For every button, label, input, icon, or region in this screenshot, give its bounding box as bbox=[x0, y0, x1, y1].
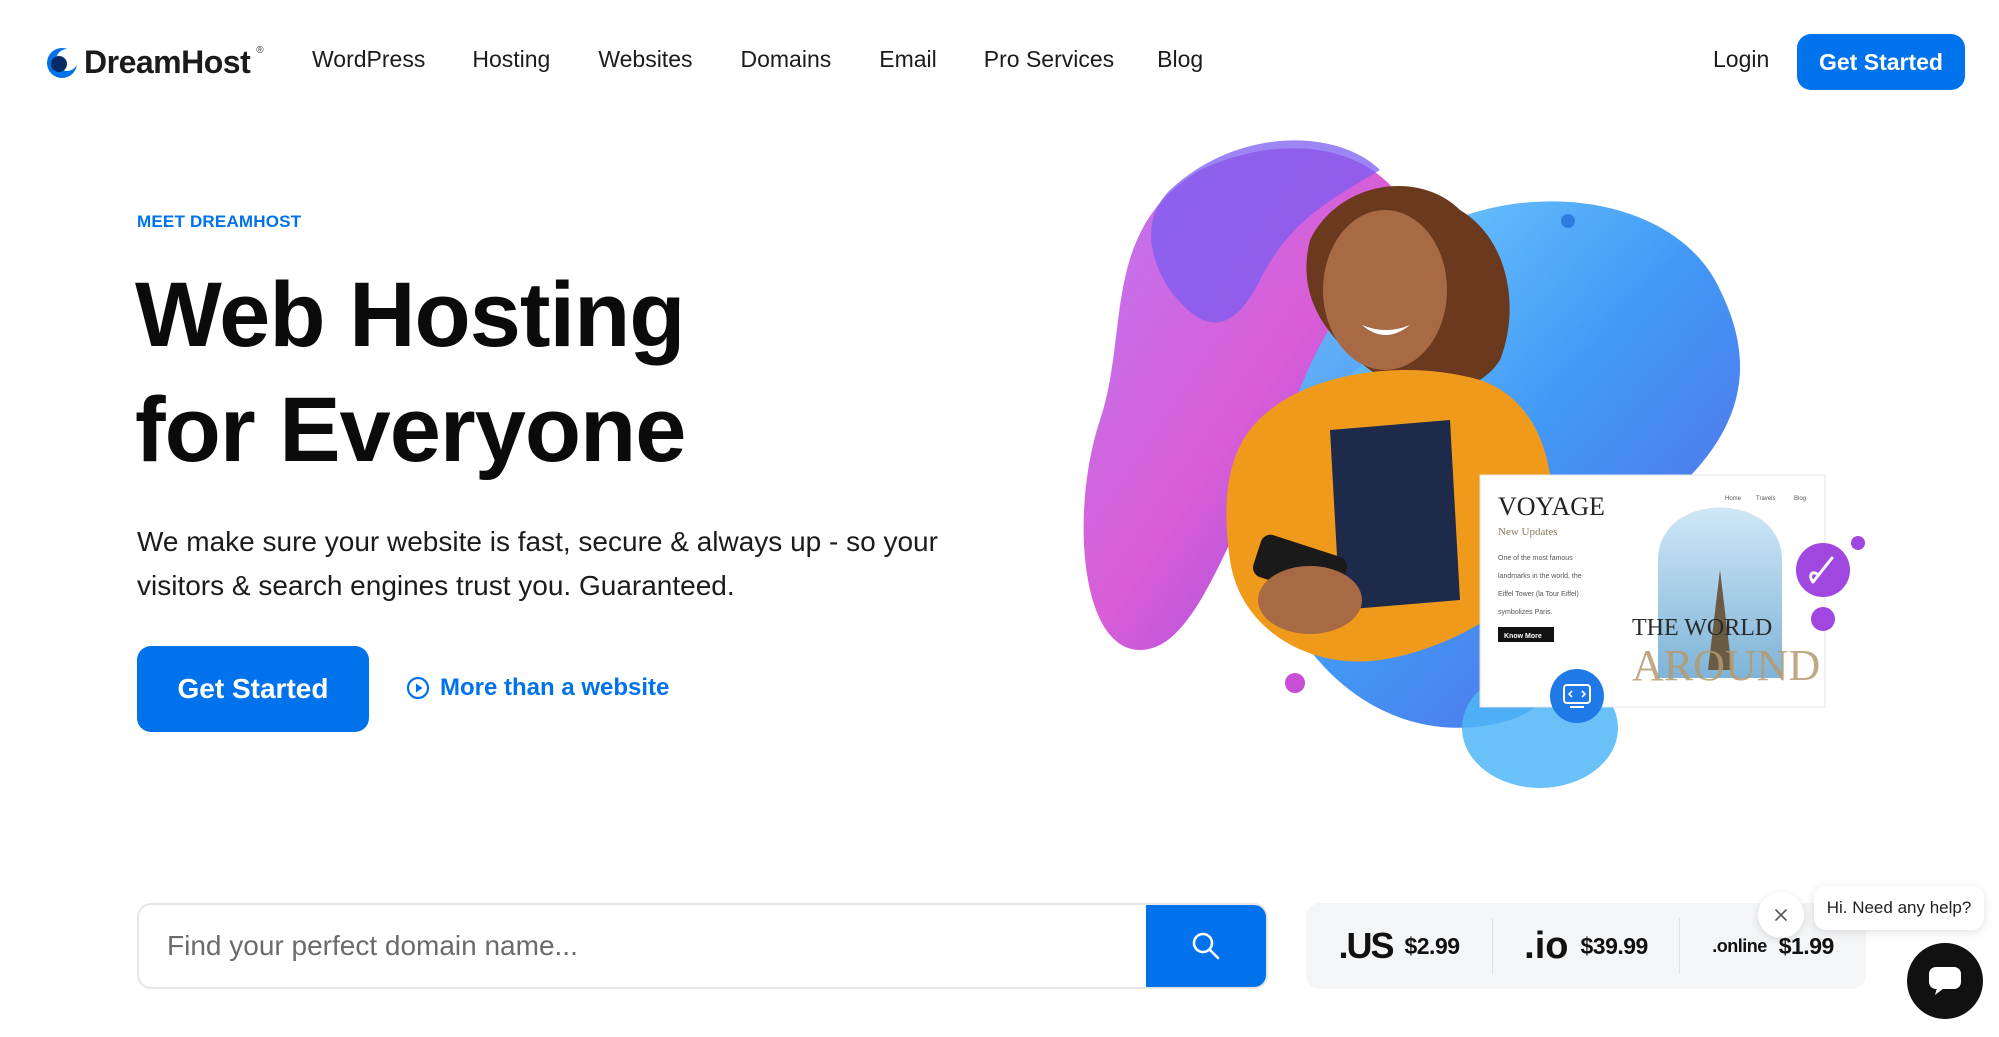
person-face bbox=[1323, 210, 1447, 370]
more-than-a-website-link[interactable]: More than a website bbox=[406, 674, 669, 702]
nav-wordpress[interactable]: WordPress bbox=[312, 46, 425, 73]
brand-logo[interactable]: DreamHost ® bbox=[46, 44, 264, 81]
tld-price: $2.99 bbox=[1404, 932, 1460, 959]
code-badge bbox=[1550, 669, 1604, 723]
domain-search-button[interactable] bbox=[1146, 905, 1266, 987]
domain-search-bar bbox=[137, 903, 1268, 989]
hero-headline: Web Hosting for Everyone bbox=[135, 258, 686, 488]
hero-get-started-button[interactable]: Get Started bbox=[137, 646, 369, 732]
chat-dismiss-button[interactable] bbox=[1758, 892, 1804, 938]
tld-price: $39.99 bbox=[1580, 932, 1648, 959]
card-button: Know More bbox=[1504, 633, 1542, 640]
domain-search-input[interactable] bbox=[139, 905, 1149, 987]
login-link[interactable]: Login bbox=[1713, 46, 1769, 73]
primary-nav: WordPress Hosting Websites Domains Email… bbox=[312, 46, 1203, 73]
tld-label: .io bbox=[1524, 924, 1569, 967]
tld-price-us[interactable]: .US $2.99 bbox=[1306, 918, 1493, 974]
chat-icon bbox=[1929, 967, 1961, 995]
hero-subcopy: We make sure your website is fast, secur… bbox=[137, 526, 938, 601]
hero-illustration: VOYAGE New Updates Home Travels Blog One… bbox=[1083, 140, 1865, 788]
nav-websites[interactable]: Websites bbox=[598, 46, 692, 73]
card-nav-blog: Blog bbox=[1794, 496, 1806, 502]
purple-dot-1 bbox=[1851, 536, 1865, 550]
logo-mark-icon bbox=[47, 47, 78, 78]
card-body-4: symbolizes Paris. bbox=[1498, 609, 1553, 616]
card-overlay-line-2: AROUND bbox=[1632, 641, 1820, 690]
close-icon bbox=[1775, 909, 1787, 921]
logo-trademark: ® bbox=[256, 45, 264, 56]
card-nav-travels: Travels bbox=[1756, 496, 1775, 502]
tld-price-io[interactable]: .io $39.99 bbox=[1493, 918, 1680, 974]
site-header: DreamHost ® WordPress Hosting Websites D… bbox=[0, 0, 1999, 124]
play-icon bbox=[406, 676, 430, 700]
pink-dot bbox=[1285, 673, 1305, 693]
video-link-label: More than a website bbox=[440, 674, 670, 701]
hero-eyebrow: MEET DREAMHOST bbox=[137, 212, 302, 231]
search-icon bbox=[1192, 932, 1220, 960]
card-overlay-line-1: THE WORLD bbox=[1632, 615, 1772, 641]
nav-blog[interactable]: Blog bbox=[1157, 46, 1203, 73]
nav-pro-services[interactable]: Pro Services bbox=[984, 46, 1114, 73]
card-nav-home: Home bbox=[1725, 496, 1742, 502]
nav-hosting[interactable]: Hosting bbox=[472, 46, 550, 73]
nav-domains[interactable]: Domains bbox=[740, 46, 831, 73]
chat-launcher-button[interactable] bbox=[1907, 943, 1983, 1019]
card-subtitle: New Updates bbox=[1498, 526, 1558, 538]
tld-label: .online bbox=[1712, 935, 1767, 956]
purple-dot-2 bbox=[1811, 607, 1835, 631]
card-body-2: landmarks in the world, the bbox=[1498, 573, 1582, 580]
logo-text: DreamHost bbox=[84, 44, 251, 80]
card-body-1: One of the most famous bbox=[1498, 555, 1573, 562]
header-get-started-button[interactable]: Get Started bbox=[1797, 34, 1965, 90]
person-hand bbox=[1258, 566, 1362, 634]
headline-line-2: for Everyone bbox=[135, 379, 686, 481]
nav-email[interactable]: Email bbox=[879, 46, 937, 73]
headline-line-1: Web Hosting bbox=[135, 264, 686, 366]
small-dot bbox=[1561, 214, 1575, 228]
chat-greeting[interactable]: Hi. Need any help? bbox=[1814, 886, 1984, 930]
card-body-3: Eiffel Tower (la Tour Eiffel) bbox=[1498, 591, 1579, 598]
card-title: VOYAGE bbox=[1498, 492, 1605, 521]
website-preview-card: VOYAGE New Updates Home Travels Blog One… bbox=[1479, 474, 1826, 708]
tld-label: .US bbox=[1338, 925, 1394, 966]
